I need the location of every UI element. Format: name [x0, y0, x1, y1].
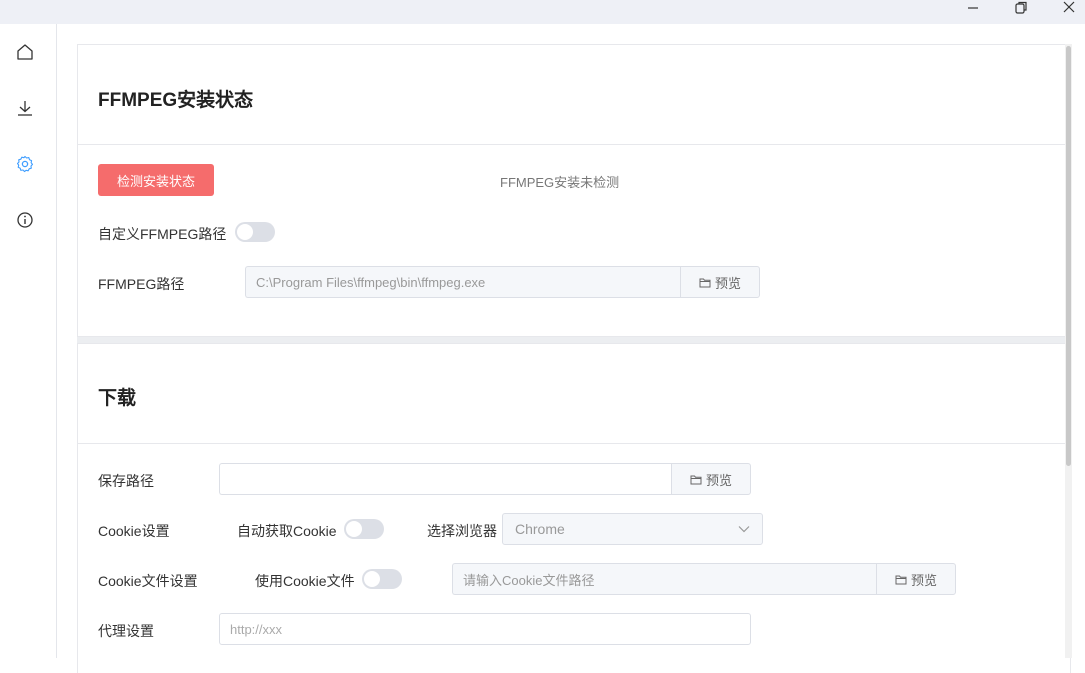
proxy-settings-label: 代理设置: [98, 623, 154, 639]
title-bar: [0, 0, 1085, 24]
folder-icon: [895, 575, 907, 584]
browser-select-label: 选择浏览器: [427, 523, 497, 539]
cookie-file-browse-button[interactable]: 预览: [876, 563, 956, 595]
custom-ffmpeg-path-toggle[interactable]: [235, 222, 275, 242]
use-cookie-file-toggle[interactable]: [362, 569, 402, 589]
ffmpeg-card-header: FFMPEG安装状态: [78, 45, 1070, 145]
sidebar-item-download[interactable]: [13, 96, 37, 120]
folder-icon: [690, 475, 702, 484]
sidebar: [0, 24, 57, 658]
check-install-button[interactable]: 检测安装状态: [98, 164, 214, 196]
proxy-input[interactable]: http://xxx: [219, 613, 751, 645]
save-path-browse-label: 预览: [705, 472, 732, 488]
auto-cookie-label: 自动获取Cookie: [237, 523, 337, 539]
close-icon: [1063, 1, 1075, 13]
folder-icon: [699, 278, 711, 287]
auto-cookie-toggle[interactable]: [344, 519, 384, 539]
cookie-settings-label: Cookie设置: [98, 523, 170, 539]
ffmpeg-status-text: FFMPEG安装未检测: [500, 175, 620, 190]
cookie-file-browse-label: 预览: [910, 572, 937, 588]
sidebar-item-home[interactable]: [13, 40, 37, 64]
ffmpeg-path-group: C:\Program Files\ffmpeg\bin\ffmpeg.exe 预…: [245, 266, 760, 298]
home-icon: [17, 44, 33, 60]
minimize-icon: [968, 7, 978, 9]
maximize-button[interactable]: [1006, 0, 1036, 16]
scrollbar-thumb[interactable]: [1066, 46, 1071, 466]
use-cookie-file-label: 使用Cookie文件: [255, 573, 355, 589]
info-icon: [17, 212, 33, 228]
ffmpeg-path-browse-button[interactable]: 预览: [680, 266, 760, 298]
save-path-browse-button[interactable]: 预览: [671, 463, 751, 495]
sidebar-item-settings[interactable]: [13, 152, 37, 176]
settings-icon: [16, 155, 34, 173]
save-path-label: 保存路径: [98, 473, 154, 489]
cookie-file-input[interactable]: 请输入Cookie文件路径: [452, 563, 876, 595]
chevron-down-icon: [738, 526, 750, 533]
browser-select-value: Chrome: [515, 521, 565, 537]
restore-icon: [1015, 1, 1027, 14]
browser-select[interactable]: Chrome: [502, 513, 763, 545]
minimize-button[interactable]: [958, 0, 988, 16]
cookie-file-group: 请输入Cookie文件路径 预览: [452, 563, 956, 595]
save-path-input[interactable]: [219, 463, 671, 495]
close-button[interactable]: [1054, 0, 1084, 16]
ffmpeg-path-browse-label: 预览: [714, 275, 741, 291]
download-card-header: 下载: [78, 344, 1070, 444]
download-icon: [18, 101, 32, 116]
custom-ffmpeg-path-label: 自定义FFMPEG路径: [98, 226, 227, 242]
cookie-file-settings-label: Cookie文件设置: [98, 573, 198, 589]
ffmpeg-card-title: FFMPEG安装状态: [98, 90, 254, 111]
download-card-title: 下载: [98, 388, 137, 409]
ffmpeg-path-label: FFMPEG路径: [98, 276, 185, 292]
ffmpeg-path-input[interactable]: C:\Program Files\ffmpeg\bin\ffmpeg.exe: [245, 266, 680, 298]
save-path-group: 预览: [219, 463, 751, 495]
sidebar-item-about[interactable]: [13, 208, 37, 232]
